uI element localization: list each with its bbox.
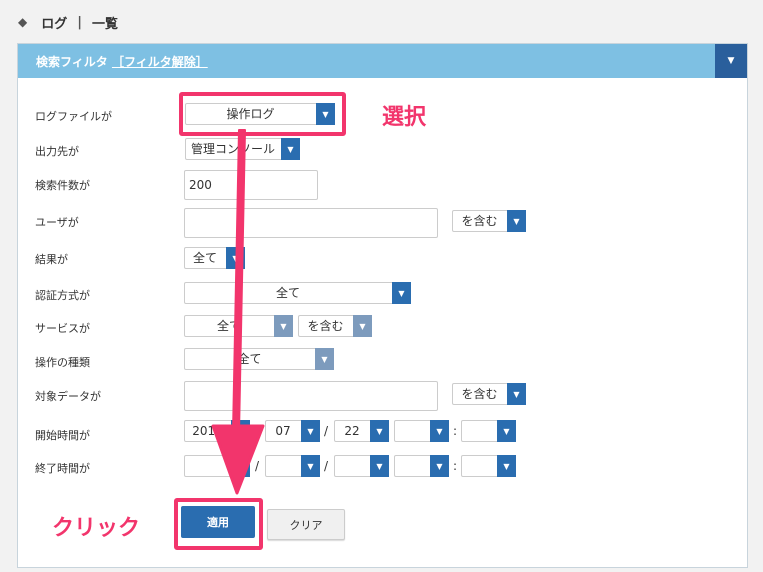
start-day-value: 22: [344, 424, 360, 438]
end-minute-select[interactable]: ▼: [461, 455, 516, 477]
label-end-time: 終了時間が: [35, 462, 90, 475]
start-hour-select[interactable]: ▼: [394, 420, 449, 442]
service-match-value: を含む: [307, 319, 344, 333]
label-result: 結果が: [35, 253, 68, 266]
chevron-down-icon: ▼: [274, 315, 293, 337]
chevron-down-icon: ▼: [315, 348, 334, 370]
clear-button[interactable]: クリア: [267, 509, 345, 540]
chevron-down-icon: ▼: [497, 455, 516, 477]
chevron-down-icon: ▼: [507, 383, 526, 405]
end-hour-select[interactable]: ▼: [394, 455, 449, 477]
filter-title-text: 検索フィルタ: [36, 55, 108, 69]
arrow-down-icon: [211, 129, 265, 495]
chevron-down-icon: ▼: [281, 138, 300, 160]
label-target: 対象データが: [35, 390, 101, 403]
label-start-time: 開始時間が: [35, 429, 90, 442]
service-match-select[interactable]: を含む ▼: [298, 315, 372, 337]
target-match-select[interactable]: を含む ▼: [452, 383, 526, 405]
label-operation: 操作の種類: [35, 356, 90, 369]
time-separator: :: [453, 459, 458, 473]
start-day-select[interactable]: 22 ▼: [334, 420, 389, 442]
label-service: サービスが: [35, 322, 90, 335]
label-output: 出力先が: [35, 145, 79, 158]
chevron-down-icon: ▼: [301, 455, 320, 477]
target-match-value: を含む: [461, 387, 498, 401]
select-note: 選択: [382, 105, 427, 130]
clear-filter-link[interactable]: ［フィルタ解除］: [112, 55, 208, 69]
label-auth: 認証方式が: [35, 289, 90, 302]
end-day-select[interactable]: ▼: [334, 455, 389, 477]
chevron-down-icon: ▼: [430, 420, 449, 442]
date-separator: /: [324, 424, 329, 438]
time-separator: :: [453, 424, 458, 438]
tag-icon: ◆: [18, 15, 28, 29]
click-note: クリック: [52, 516, 141, 541]
breadcrumb: ◆ ログ | 一覧: [18, 12, 118, 32]
chevron-down-icon: ▼: [370, 455, 389, 477]
chevron-down-icon: ▼: [353, 315, 372, 337]
chevron-down-icon: ▼: [727, 56, 735, 66]
chevron-down-icon: ▼: [392, 282, 411, 304]
label-user: ユーザが: [35, 216, 79, 229]
chevron-down-icon: ▼: [497, 420, 516, 442]
chevron-down-icon: ▼: [370, 420, 389, 442]
apply-button[interactable]: 適用: [181, 506, 255, 538]
breadcrumb-separator: |: [77, 14, 82, 30]
chevron-down-icon: ▼: [301, 420, 320, 442]
date-separator: /: [324, 459, 329, 473]
user-match-value: を含む: [461, 214, 498, 228]
panel-toggle-button[interactable]: ▼: [715, 44, 747, 78]
chevron-down-icon: ▼: [507, 210, 526, 232]
user-match-select[interactable]: を含む ▼: [452, 210, 526, 232]
chevron-down-icon: ▼: [430, 455, 449, 477]
breadcrumb-section[interactable]: ログ: [41, 13, 67, 32]
filter-panel-header: 検索フィルタ ［フィルタ解除］ ▼: [18, 44, 747, 78]
label-log-file: ログファイルが: [35, 110, 112, 123]
start-minute-select[interactable]: ▼: [461, 420, 516, 442]
breadcrumb-page: 一覧: [92, 16, 119, 32]
label-count: 検索件数が: [35, 179, 90, 192]
filter-title: 検索フィルタ ［フィルタ解除］: [36, 53, 208, 70]
